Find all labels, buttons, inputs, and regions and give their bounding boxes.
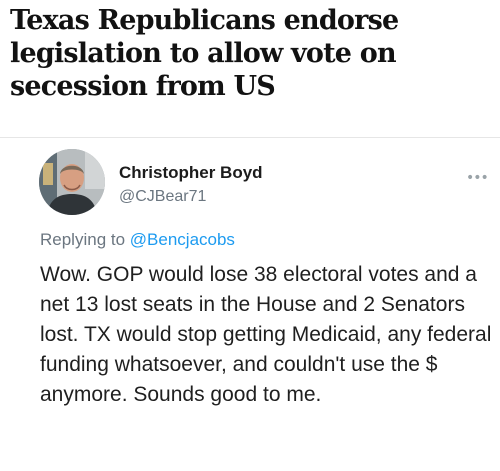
replying-to-label: Replying to xyxy=(40,230,130,249)
reply-mention-link[interactable]: @Bencjacobs xyxy=(130,230,235,249)
more-horizontal-icon[interactable]: ••• xyxy=(466,171,489,185)
author-handle[interactable]: @CJBear71 xyxy=(119,187,206,206)
divider xyxy=(0,137,500,138)
avatar-photo xyxy=(39,149,105,215)
article-headline: Texas Republicans endorse legislation to… xyxy=(10,5,399,102)
author-name[interactable]: Christopher Boyd xyxy=(119,163,263,183)
replying-to-line: Replying to @Bencjacobs xyxy=(40,230,235,250)
tweet-text: Wow. GOP would lose 38 electoral votes a… xyxy=(40,263,492,406)
screenshot-page: Texas Republicans endorse legislation to… xyxy=(0,0,500,471)
avatar[interactable] xyxy=(39,149,105,215)
